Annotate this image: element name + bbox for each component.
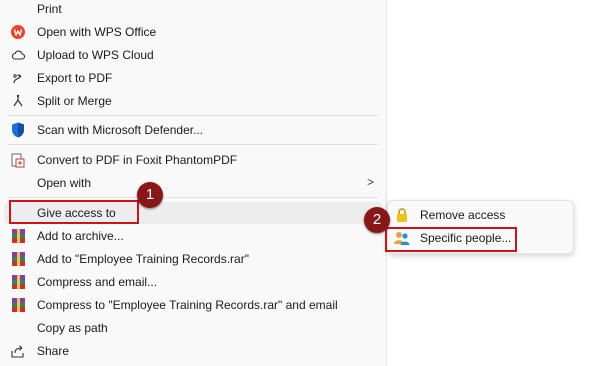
menu-separator [8,115,378,116]
step-badge-1: 1 [137,182,163,208]
submenu-item-remove-access[interactable]: Remove access [388,204,573,226]
highlight-box-give-access [9,200,139,224]
lock-icon [394,207,410,223]
menu-item-label: Compress to "Employee Training Records.r… [37,298,338,312]
menu-item-add-to-archive[interactable]: Add to archive... [0,225,386,247]
menu-item-print[interactable]: Print [0,0,386,20]
winrar-icon [10,228,26,244]
menu-item-compress-email[interactable]: Compress and email... [0,271,386,293]
step-badge-2: 2 [364,207,390,233]
menu-item-label: Copy as path [37,321,108,335]
menu-item-convert-foxit[interactable]: Convert to PDF in Foxit PhantomPDF [0,149,386,171]
menu-item-label: Compress and email... [37,275,158,289]
menu-item-label: Open with WPS Office [37,25,157,39]
defender-shield-icon [10,122,26,138]
export-pdf-icon [10,70,26,86]
menu-item-add-to-rar[interactable]: Add to "Employee Training Records.rar" [0,248,386,270]
menu-separator [8,144,378,145]
menu-item-compress-to-rar-email[interactable]: Compress to "Employee Training Records.r… [0,294,386,316]
menu-item-label: Print [37,2,62,16]
menu-item-share[interactable]: Share [0,340,386,362]
highlight-box-specific-people [385,227,517,252]
menu-item-scan-defender[interactable]: Scan with Microsoft Defender... [0,119,386,141]
chevron-right-icon: > [366,175,374,189]
menu-item-label: Split or Merge [37,94,112,108]
menu-item-copy-as-path[interactable]: Copy as path [0,317,386,339]
menu-item-label: Convert to PDF in Foxit PhantomPDF [37,153,238,167]
menu-item-label: Share [37,344,70,358]
share-icon [10,343,26,359]
menu-item-split-merge[interactable]: Split or Merge [0,90,386,112]
split-merge-icon [10,93,26,109]
context-menu: Print Open with WPS Office Upload to WPS… [0,0,387,366]
menu-item-open-with[interactable]: Open with > [0,172,386,194]
menu-item-label: Upload to WPS Cloud [37,48,154,62]
menu-item-label: Export to PDF [37,71,113,85]
menu-item-label: Scan with Microsoft Defender... [37,123,204,137]
winrar-icon [10,251,26,267]
menu-item-open-wps-office[interactable]: Open with WPS Office [0,21,386,43]
winrar-icon [10,297,26,313]
wps-office-icon [10,24,26,40]
menu-item-label: Open with [37,176,92,190]
submenu-item-label: Remove access [420,208,506,222]
menu-separator [8,197,378,198]
menu-item-label: Add to "Employee Training Records.rar" [37,252,249,266]
menu-item-label: Add to archive... [37,229,124,243]
menu-item-upload-wps-cloud[interactable]: Upload to WPS Cloud [0,44,386,66]
foxit-pdf-icon [10,152,26,168]
menu-item-export-pdf[interactable]: Export to PDF [0,67,386,89]
winrar-icon [10,274,26,290]
cloud-icon [10,47,26,63]
